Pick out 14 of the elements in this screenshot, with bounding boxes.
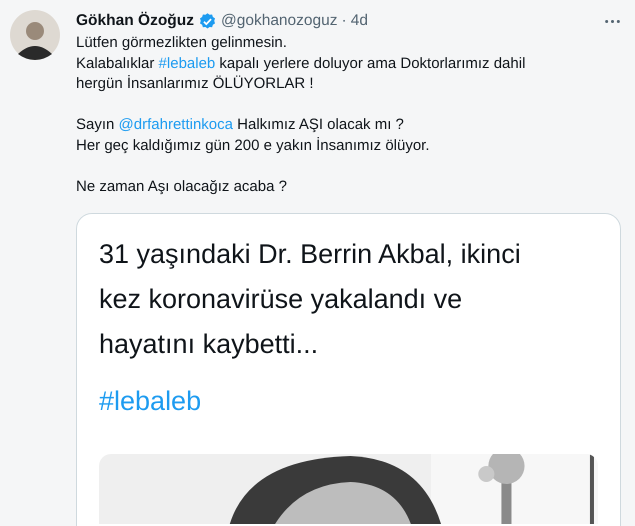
author-name[interactable]: Gökhan Özoğuz (76, 12, 194, 30)
card-hashtag[interactable]: #lebaleb (99, 379, 202, 424)
tweet-text: Sayın @drfahrettinkoca Halkımız AŞI olacak mı ? (76, 115, 405, 135)
avatar[interactable] (10, 10, 60, 60)
tweet-text: Lütfen görmezlikten gelinmesin. (76, 33, 288, 53)
tweet-text: Ne zaman Aşı olacağız acaba ? (76, 176, 288, 196)
more-icon[interactable] (604, 18, 621, 24)
author-handle[interactable]: @gokhanozoguz (220, 12, 338, 30)
card-headline: 31 yaşındaki Dr. Berrin Akbal, ikinci kez koronavirüse yakalandı ve hayatını kaybetti... (99, 238, 522, 361)
tweet-text: Kalabalıklar #lebaleb kapalı yerlere doluyor ama Doktorlarımız dahil hergün İnsanlarımız ÖLÜYORLAR ! (76, 54, 526, 94)
separator-dot: · (342, 12, 347, 30)
link-card[interactable]: 31 yaşındaki Dr. Berrin Akbal, ikinci kez koronavirüse yakalandı ve hayatını kaybetti... #lebaleb (76, 213, 621, 526)
tweet-time[interactable]: 4d (350, 12, 368, 30)
tweet-text: Her geç kaldığımız gün 200 e yakın İnsanımız ölüyor. (76, 136, 431, 156)
